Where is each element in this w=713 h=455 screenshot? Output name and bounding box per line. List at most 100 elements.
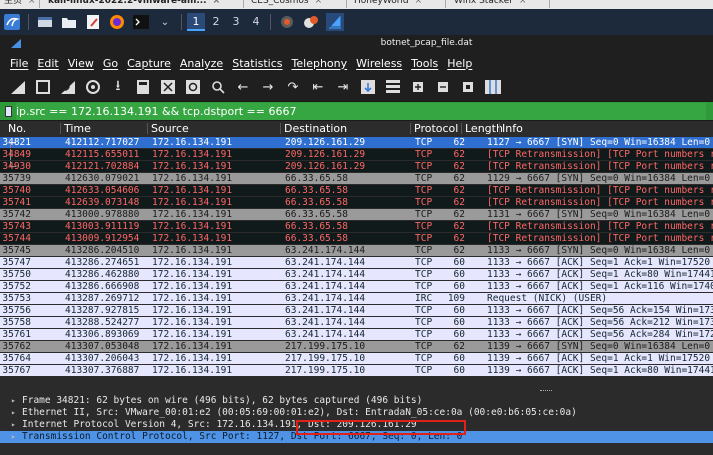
terminal-icon[interactable] [132,13,150,31]
menu-file[interactable]: File [10,57,28,70]
packet-row[interactable]: 34849 412115.655011 172.16.134.191 209.126.… [0,149,713,160]
packet-row[interactable]: 35758 413288.524277 172.16.134.191 63.241.1… [0,317,713,328]
packet-row[interactable]: 35762 413307.053048 172.16.134.191 217.199.… [0,341,713,352]
expand-arrow-icon[interactable]: ▸ [11,431,16,443]
shark-fin-start-icon[interactable] [8,77,28,97]
menu-wireless[interactable]: Wireless [356,57,402,70]
file-manager-icon[interactable] [60,13,78,31]
host-tab[interactable]: HoneyWorld × [350,0,446,8]
close-icon[interactable]: × [415,0,423,6]
packet-row[interactable]: 35740 412633.054606 172.16.134.191 66.33.65… [0,185,713,196]
colorize-icon[interactable] [383,77,403,97]
detail-tree-item[interactable]: ▸ Ethernet II, Src: VMware_00:01:e2 (00:0… [0,407,713,419]
packet-row[interactable]: 35767 413307.376887 172.16.134.191 217.199.… [0,365,713,376]
close-file-icon[interactable] [158,77,178,97]
packet-row[interactable]: 35752 413286.666908 172.16.134.191 63.241.1… [0,281,713,292]
autoscroll-icon[interactable] [358,77,378,97]
kali-menu-icon[interactable] [3,13,21,31]
column-separator[interactable] [60,123,61,134]
packet-row[interactable]: 35741 412639.073148 172.16.134.191 66.33.65… [0,197,713,208]
options-gear-icon[interactable] [83,77,103,97]
zoom-in-icon[interactable] [408,77,428,97]
first-packet-icon[interactable]: ⇤ [308,77,328,97]
expand-arrow-icon[interactable]: ▸ [11,395,16,407]
packet-row[interactable]: 35753 413287.269712 172.16.134.191 63.241.1… [0,293,713,304]
expand-arrow-icon[interactable]: ▸ [11,407,16,419]
splitter-grip[interactable] [540,390,552,391]
packet-destination: 63.241.174.144 [285,305,366,316]
column-header-info[interactable]: Info [502,122,523,135]
column-separator[interactable] [499,123,500,134]
workspace-4[interactable]: 4 [247,13,265,31]
resize-columns-icon[interactable] [483,77,503,97]
zoom-out-icon[interactable] [433,77,453,97]
detail-tree-item[interactable]: ▸ Frame 34821: 62 bytes on wire (496 bits… [0,395,713,407]
find-icon[interactable] [208,77,228,97]
zoom-reset-icon[interactable] [458,77,478,97]
workspace-1[interactable]: 1 [187,13,205,31]
close-icon[interactable]: × [519,0,527,6]
workspace-3[interactable]: 3 [227,13,245,31]
menu-capture[interactable]: Capture [127,57,171,70]
packet-row[interactable]: 35742 413000.978880 172.16.134.191 66.33.65… [0,209,713,220]
filter-bookmark-icon[interactable] [5,106,12,117]
save-file-icon[interactable] [133,77,153,97]
wireshark-taskbar-icon[interactable] [326,13,344,31]
menu-tools[interactable]: Tools [411,57,438,70]
menu-view[interactable]: View [68,57,94,70]
packet-row[interactable]: 35756 413287.927815 172.16.134.191 63.241.1… [0,305,713,316]
packet-info: 1133 → 6667 [SYN] Seq=0 Win=16384 Len=0 … [487,245,713,256]
packet-row[interactable]: 35744 413009.912954 172.16.134.191 66.33.65… [0,233,713,244]
column-header-time[interactable]: Time [64,122,91,135]
go-to-packet-icon[interactable]: ↷ [283,77,303,97]
host-tab[interactable]: kali-linux-2022.2-vmware-am... × [44,0,244,8]
forward-arrow-icon[interactable]: → [258,77,278,97]
firefox-icon[interactable] [108,13,126,31]
column-separator[interactable] [410,123,411,134]
menu-telephony[interactable]: Telephony [292,57,348,70]
menu-statistics[interactable]: Statistics [232,57,282,70]
column-separator[interactable] [280,123,281,134]
reload-icon[interactable] [183,77,203,97]
packet-row[interactable]: 35745 413286.204510 172.16.134.191 63.241.1… [0,245,713,256]
taskbar-app-icon[interactable] [302,13,320,31]
restart-icon[interactable] [58,77,78,97]
packet-row[interactable]: 35764 413307.206043 172.16.134.191 217.199.… [0,353,713,364]
close-icon[interactable]: × [315,0,323,6]
stop-icon[interactable] [33,77,53,97]
column-header-destination[interactable]: Destination [284,122,347,135]
taskbar-app-icon[interactable] [278,13,296,31]
column-separator[interactable] [147,123,148,134]
column-header-no[interactable]: No. [8,122,26,135]
show-desktop-icon[interactable] [36,13,54,31]
packet-row[interactable]: 35761 413306.893069 172.16.134.191 63.241.1… [0,329,713,340]
text-editor-icon[interactable] [84,13,102,31]
expand-arrow-icon[interactable]: ▸ [11,419,16,431]
display-filter-input[interactable] [16,103,706,120]
menu-edit[interactable]: Edit [37,57,58,70]
host-tab[interactable]: CES_Cosmos × [247,0,347,8]
column-header-length[interactable]: Length [465,122,503,135]
packet-row[interactable]: 35750 413286.462880 172.16.134.191 63.241.1… [0,269,713,280]
column-separator[interactable] [461,123,462,134]
menu-help[interactable]: Help [447,57,472,70]
column-header-protocol[interactable]: Protocol [414,122,458,135]
host-tab[interactable]: 主页 × [0,0,40,8]
host-tab[interactable]: Winx Stacker × [450,0,550,8]
menu-go[interactable]: Go [103,57,118,70]
packet-row[interactable]: 35747 413286.274651 172.16.134.191 63.241.1… [0,257,713,268]
back-arrow-icon[interactable]: ← [233,77,253,97]
close-icon[interactable]: × [28,0,36,6]
packet-row[interactable]: 35739 412630.079021 172.16.134.191 66.33.65… [0,173,713,184]
packet-length: 60 [453,353,465,364]
packet-row[interactable]: 34821 412112.717027 172.16.134.191 209.126.… [0,137,713,148]
open-file-icon[interactable]: ⭳ [108,77,128,97]
column-header-source[interactable]: Source [151,122,189,135]
packet-row[interactable]: 35743 413003.911119 172.16.134.191 66.33.65… [0,221,713,232]
close-icon[interactable]: × [213,0,221,6]
chevron-down-icon[interactable]: ⌄ [156,13,174,31]
packet-row[interactable]: 34930 412121.702884 172.16.134.191 209.126.… [0,161,713,172]
workspace-2[interactable]: 2 [207,13,225,31]
menu-analyze[interactable]: Analyze [180,57,223,70]
last-packet-icon[interactable]: ⇥ [333,77,353,97]
